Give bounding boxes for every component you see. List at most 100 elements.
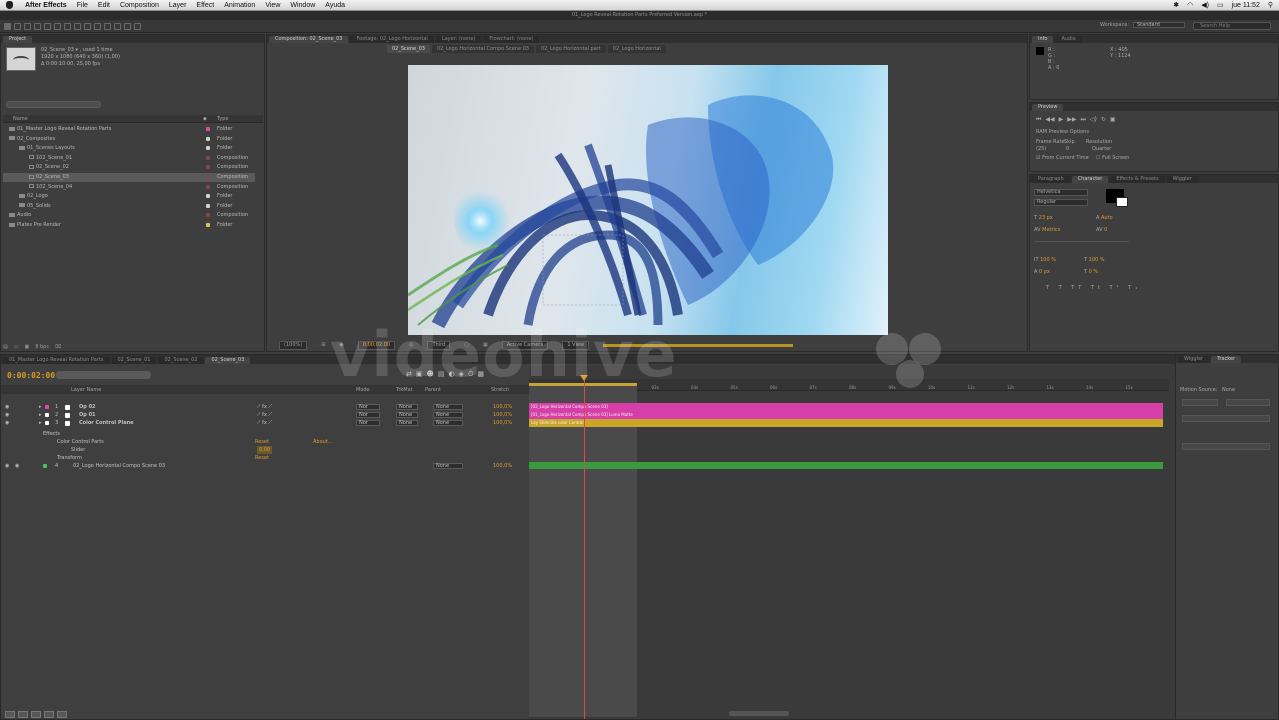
playhead-line[interactable] (584, 375, 585, 719)
new-folder-icon[interactable]: ▭ (14, 344, 19, 350)
menu-view[interactable]: View (265, 2, 280, 9)
layer-name[interactable]: Op 02 (79, 403, 96, 411)
menu-effect[interactable]: Effect (196, 2, 214, 9)
layer-row-3[interactable]: ◉ ▸ 3 Color Control Plane ⟋ fx ⟋ Nor None None 1… (1, 419, 529, 427)
tsume-field[interactable]: T 0 % (1084, 269, 1098, 275)
stroke-color-swatch[interactable] (1116, 197, 1128, 207)
label-color-swatch[interactable] (206, 146, 210, 151)
search-help-input[interactable]: Search Help (1193, 22, 1271, 30)
col-layer-name[interactable]: Layer Name (71, 387, 101, 393)
layer-label-swatch[interactable] (45, 405, 49, 409)
toggle-in-out-icon[interactable] (31, 710, 41, 718)
label-col-icon[interactable]: ◆ (203, 116, 207, 122)
work-area-bar[interactable] (529, 383, 637, 386)
label-color-swatch[interactable] (206, 155, 210, 160)
vertical-scale-field[interactable]: IT 100 % (1034, 257, 1056, 263)
label-color-swatch[interactable] (206, 194, 210, 199)
label-color-swatch[interactable] (206, 213, 210, 218)
project-row[interactable]: Audio Composition (3, 211, 255, 220)
motion-blur-icon[interactable]: ◐ (448, 370, 454, 379)
subtab-logo-horizontal[interactable]: 02_Logo Horizontal (607, 45, 666, 53)
tab-audio[interactable]: Audio (1055, 36, 1082, 43)
layer-parent-select[interactable]: None (433, 412, 463, 418)
pen-tool-icon[interactable] (74, 22, 81, 30)
kerning-field[interactable]: AV Metrics (1034, 227, 1060, 233)
interpret-footage-icon[interactable]: ▤ (3, 344, 8, 350)
layer-label-swatch[interactable] (45, 421, 49, 425)
frame-blending-icon[interactable]: ▤ (438, 370, 445, 379)
zoom-tool-icon[interactable] (24, 22, 31, 30)
bluetooth-icon[interactable]: ✱ (1173, 1, 1179, 9)
layer4-visibility-icon[interactable]: ◉ (5, 462, 9, 470)
roto-brush-tool-icon[interactable] (124, 22, 131, 30)
layer-row-1[interactable]: ◉ ▸ 1 Op 02 ⟋ fx ⟋ Nor None None 100,0% (1, 403, 529, 411)
leading-field[interactable]: A Auto (1096, 215, 1113, 221)
layer-label-swatch[interactable] (45, 413, 49, 417)
region-of-interest-icon[interactable]: ▢ (464, 342, 469, 348)
camera-tool-icon[interactable] (44, 22, 51, 30)
layer-row-4[interactable]: ◉ ◉ 4 02_Logo Horizontal Compo Scene 03 … (1, 462, 529, 470)
project-row[interactable]: 02_Scene_03 Composition (3, 173, 255, 182)
project-row[interactable]: 05_Solids Folder (3, 202, 255, 211)
type-tool-icon[interactable] (84, 22, 91, 30)
bpc-toggle[interactable]: 8 bpc (35, 344, 49, 350)
col-stretch[interactable]: Stretch (491, 387, 509, 393)
layer-switches[interactable]: ⟋ fx ⟋ (257, 419, 272, 427)
new-comp-icon[interactable]: ▣ (24, 344, 29, 350)
snapshot-icon[interactable]: ◉ (339, 342, 343, 348)
layer-bar-1[interactable]: [02_Logo Horizontal Compo Scene 03] (529, 403, 1163, 411)
font-style-select[interactable]: Regular (1034, 199, 1088, 206)
label-color-swatch[interactable] (206, 136, 210, 141)
comp-timecode[interactable]: 0:00:02:00 (357, 340, 396, 350)
trash-icon[interactable]: ⌧ (55, 344, 61, 350)
clock[interactable]: jue 11:52 (1232, 2, 1260, 9)
layer-stretch[interactable]: 100,0% (493, 411, 512, 419)
ram-preview-icon[interactable]: ▣ (1110, 116, 1116, 124)
layer-bar-2[interactable]: [01_Logo Horizontal Compo Scene 03] Luma… (529, 411, 1163, 419)
label-color-swatch[interactable] (206, 203, 210, 208)
layer4-name[interactable]: 02_Logo Horizontal Compo Scene 03 (73, 462, 165, 470)
tab-scene-01[interactable]: 02_Scene_01 (111, 357, 157, 364)
layer-visibility-icon[interactable]: ◉ (5, 419, 9, 427)
layer4-stretch[interactable]: 100,0% (493, 462, 512, 470)
skip-field[interactable]: 0 (1066, 146, 1069, 152)
layer-mode-select[interactable]: Nor (356, 412, 380, 418)
effect-about-link[interactable]: About... (313, 438, 333, 446)
layer-bar-3[interactable]: Lay Slide Dis color Control (529, 419, 1163, 427)
toggle-switches-icon[interactable] (5, 710, 15, 718)
tab-footage[interactable]: Footage: 02_Logo Horizontal (350, 36, 434, 43)
project-row[interactable]: 01_Master Logo Reveal Rotation Parts Fold… (3, 125, 255, 134)
layer-row-2[interactable]: ◉ ▸ 2 Op 01 ⟋ fx ⟋ Nor None None 100,0% (1, 411, 529, 419)
layer-switches[interactable]: ⟋ fx ⟋ (257, 411, 272, 419)
transparency-grid-icon[interactable]: ▦ (483, 342, 488, 348)
col-parent[interactable]: Parent (425, 387, 441, 393)
battery-icon[interactable]: ▭ (1217, 1, 1224, 9)
zoom-select[interactable]: (100%) (279, 340, 308, 350)
camera-icon[interactable]: ◎ (409, 342, 413, 348)
timeline-search-input[interactable] (56, 371, 151, 379)
project-row[interactable]: 02_Scene_02 Composition (3, 163, 255, 172)
baseline-field[interactable]: A 0 px (1034, 269, 1050, 275)
draft-3d-icon[interactable]: ▣ (416, 370, 423, 379)
subtab-logo-part[interactable]: 02_Logo Horizontal part (535, 45, 606, 53)
layer-trkmat-select[interactable]: None (396, 404, 418, 410)
horizontal-scale-field[interactable]: T 100 % (1084, 257, 1105, 263)
effect-reset-link[interactable]: Reset (255, 438, 269, 446)
menu-app[interactable]: After Effects (25, 2, 67, 9)
project-row[interactable]: 102_Scene_04 Composition (3, 183, 255, 192)
layer-trkmat-select[interactable]: None (396, 412, 418, 418)
last-frame-icon[interactable]: ⏭ (1081, 116, 1086, 124)
col-type[interactable]: Type (217, 116, 228, 122)
subtab-logo-compo[interactable]: 02_Logo Horizontal Compo Scene 03 (431, 45, 534, 53)
layer-visibility-icon[interactable]: ◉ (5, 411, 9, 419)
tab-effects-presets[interactable]: Effects & Presets (1110, 176, 1165, 183)
tab-preview[interactable]: Preview (1032, 104, 1064, 111)
brush-tool-icon[interactable] (94, 22, 101, 30)
layer-switches[interactable]: ⟋ fx ⟋ (257, 403, 272, 411)
tab-project[interactable]: Project (3, 36, 33, 43)
col-trkmat[interactable]: TrkMat (396, 387, 413, 393)
eraser-tool-icon[interactable] (114, 22, 121, 30)
transform-row[interactable]: Transform Reset (1, 454, 529, 462)
menu-edit[interactable]: Edit (98, 2, 110, 9)
timeline-zoom-slider[interactable] (729, 711, 789, 716)
